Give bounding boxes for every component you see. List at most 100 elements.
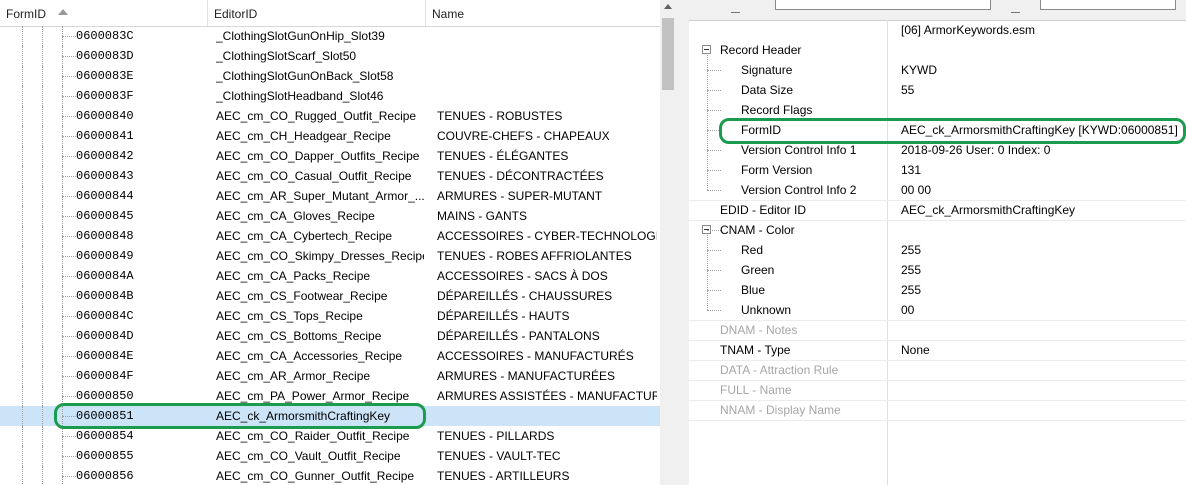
field-row[interactable]: DNAM - Notes — [689, 320, 1186, 340]
cell-name: TENUES - PILLARDS — [437, 429, 555, 443]
table-row[interactable]: 0600083E _ClothingSlotGunOnBack_Slot58 — [0, 66, 660, 86]
tree-guide — [42, 206, 43, 226]
cell-editorid: AEC_cm_CO_Rugged_Outfit_Recipe — [216, 109, 417, 123]
field-label: DNAM - Notes — [720, 323, 798, 337]
field-value: 00 — [901, 303, 915, 317]
tree-guide — [22, 306, 23, 326]
tree-guide — [707, 70, 721, 71]
tree-guide — [22, 66, 23, 86]
table-row[interactable]: 06000845 AEC_cm_CA_Gloves_Recipe MAINS - G… — [0, 206, 660, 226]
cell-name: ACCESSOIRES - SACS À DOS — [437, 269, 608, 283]
tree-guide — [62, 296, 76, 297]
field-row[interactable]: DATA - Attraction Rule — [689, 360, 1186, 380]
toolbar-field-1[interactable] — [775, 0, 991, 10]
expand-minus-icon[interactable] — [702, 45, 711, 54]
table-row[interactable]: 0600084C AEC_cm_CS_Tops_Recipe DÉPAREILLÉS… — [0, 306, 660, 326]
field-row[interactable]: Record Flags — [689, 100, 1186, 120]
table-row[interactable]: 0600084F AEC_cm_AR_Armor_Recipe ARMURES - … — [0, 366, 660, 386]
cell-name: ARMURES - MANUFACTURÉES — [437, 369, 616, 383]
table-row[interactable]: 06000856 AEC_cm_CO_Gunner_Outfit_Recipe TE… — [0, 466, 660, 485]
field-row[interactable]: TNAM - Type None — [689, 340, 1186, 360]
field-row[interactable]: EDID - Editor ID AEC_ck_ArmorsmithCraftin… — [689, 200, 1186, 220]
column-header-name[interactable]: Name — [426, 0, 660, 26]
field-row[interactable]: Form Version 131 — [689, 160, 1186, 180]
cell-name: DÉPAREILLÉS - PANTALONS — [437, 329, 600, 343]
cell-editorid: _ClothingSlotHeadband_Slot46 — [216, 89, 384, 103]
table-row[interactable]: 0600083C _ClothingSlotGunOnHip_Slot39 — [0, 26, 660, 46]
field-row[interactable]: Signature KYWD — [689, 60, 1186, 80]
field-label: Data Size — [741, 83, 794, 97]
toolbar-icon[interactable] — [1011, 3, 1020, 13]
cell-formid: 0600084E — [76, 349, 134, 363]
table-row[interactable]: 06000854 AEC_cm_CO_Raider_Outfit_Recipe TE… — [0, 426, 660, 446]
table-row[interactable]: 06000848 AEC_cm_CA_Cybertech_Recipe ACCESS… — [0, 226, 660, 246]
table-row[interactable]: 0600084D AEC_cm_CS_Bottoms_Recipe DÉPAREIL… — [0, 326, 660, 346]
cell-name: ARMURES ASSISTÉES - MANUFACTURÉES — [437, 389, 657, 403]
cell-name: TENUES - DÉCONTRACTÉES — [437, 169, 604, 183]
field-row[interactable]: Green 255 — [689, 260, 1186, 280]
field-row[interactable]: CNAM - Color — [689, 220, 1186, 240]
field-label: FULL - Name — [720, 383, 792, 397]
sort-asc-icon — [58, 9, 68, 15]
highlight-ring-formid-field — [719, 118, 1186, 144]
tree-guide — [62, 436, 76, 437]
field-row[interactable]: Unknown 00 — [689, 300, 1186, 320]
field-row[interactable]: Data Size 55 — [689, 80, 1186, 100]
tree-guide — [42, 306, 43, 326]
table-row[interactable]: 06000844 AEC_cm_AR_Super_Mutant_Armor_...… — [0, 186, 660, 206]
table-row[interactable]: 0600083D _ClothingSlotScarf_Slot50 — [0, 46, 660, 66]
tree-guide — [22, 446, 23, 466]
table-row[interactable]: 0600084E AEC_cm_CA_Accessories_Recipe ACCE… — [0, 346, 660, 366]
field-label: Red — [741, 243, 764, 257]
cell-editorid: AEC_cm_AR_Armor_Recipe — [216, 369, 371, 383]
field-value: 00 00 — [901, 183, 932, 197]
tree-guide — [42, 366, 43, 386]
column-editorid-label: EditorID — [214, 7, 258, 21]
cell-formid: 06000844 — [76, 189, 134, 203]
table-row[interactable]: 06000843 AEC_cm_CO_Casual_Outfit_Recipe TE… — [0, 166, 660, 186]
field-row[interactable]: Red 255 — [689, 240, 1186, 260]
column-header-formid[interactable]: FormID — [0, 0, 208, 26]
table-row[interactable]: 06000841 AEC_cm_CH_Headgear_Recipe COUVRE-… — [0, 126, 660, 146]
tree-guide — [62, 456, 76, 457]
table-row[interactable]: 0600083F _ClothingSlotHeadband_Slot46 — [0, 86, 660, 106]
cell-editorid: _ClothingSlotGunOnBack_Slot58 — [216, 69, 394, 83]
table-row[interactable]: 0600084A AEC_cm_CA_Packs_Recipe ACCESSOIRE… — [0, 266, 660, 286]
field-value: 255 — [901, 263, 922, 277]
cell-name: ARMURES - SUPER-MUTANT — [437, 189, 603, 203]
scroll-thumb[interactable] — [662, 18, 674, 90]
divider — [689, 420, 1186, 421]
cell-formid: 0600083F — [76, 89, 134, 103]
table-row[interactable]: 0600084B AEC_cm_CS_Footwear_Recipe DÉPAREI… — [0, 286, 660, 306]
table-row[interactable]: 06000842 AEC_cm_CO_Dapper_Outfits_Recipe T… — [0, 146, 660, 166]
cell-formid: 0600083C — [76, 29, 134, 43]
field-row[interactable]: Version Control Info 2 00 00 — [689, 180, 1186, 200]
field-row[interactable]: Record Header — [689, 40, 1186, 60]
column-header-editorid[interactable]: EditorID — [208, 0, 426, 26]
cell-editorid: AEC_cm_CO_Casual_Outfit_Recipe — [216, 169, 412, 183]
tree-guide — [22, 386, 23, 406]
toolbar-icon[interactable] — [731, 3, 740, 13]
field-row[interactable]: NNAM - Display Name — [689, 400, 1186, 420]
toolbar-field-2[interactable] — [1040, 0, 1176, 10]
tree-guide — [62, 116, 76, 117]
table-row[interactable]: 06000849 AEC_cm_CO_Skimpy_Dresses_Recipe T… — [0, 246, 660, 266]
tree-guide — [42, 326, 43, 346]
tree-guide — [42, 266, 43, 286]
tree-guide — [707, 150, 721, 151]
tree-guide — [22, 346, 23, 366]
field-value: 255 — [901, 283, 922, 297]
vertical-scrollbar[interactable] — [660, 0, 676, 485]
tree-guide — [707, 310, 721, 311]
tree-guide — [42, 66, 43, 86]
cell-name: TENUES - ROBES AFFRIOLANTES — [437, 249, 632, 263]
scroll-up-icon[interactable] — [664, 4, 672, 9]
splitter[interactable] — [676, 0, 689, 485]
field-row[interactable]: FULL - Name — [689, 380, 1186, 400]
tree-guide — [62, 356, 76, 357]
field-row[interactable]: Blue 255 — [689, 280, 1186, 300]
tree-guide — [62, 236, 76, 237]
tree-guide — [62, 396, 76, 397]
table-row[interactable]: 06000855 AEC_cm_CO_Vault_Outfit_Recipe TEN… — [0, 446, 660, 466]
table-row[interactable]: 06000840 AEC_cm_CO_Rugged_Outfit_Recipe TE… — [0, 106, 660, 126]
